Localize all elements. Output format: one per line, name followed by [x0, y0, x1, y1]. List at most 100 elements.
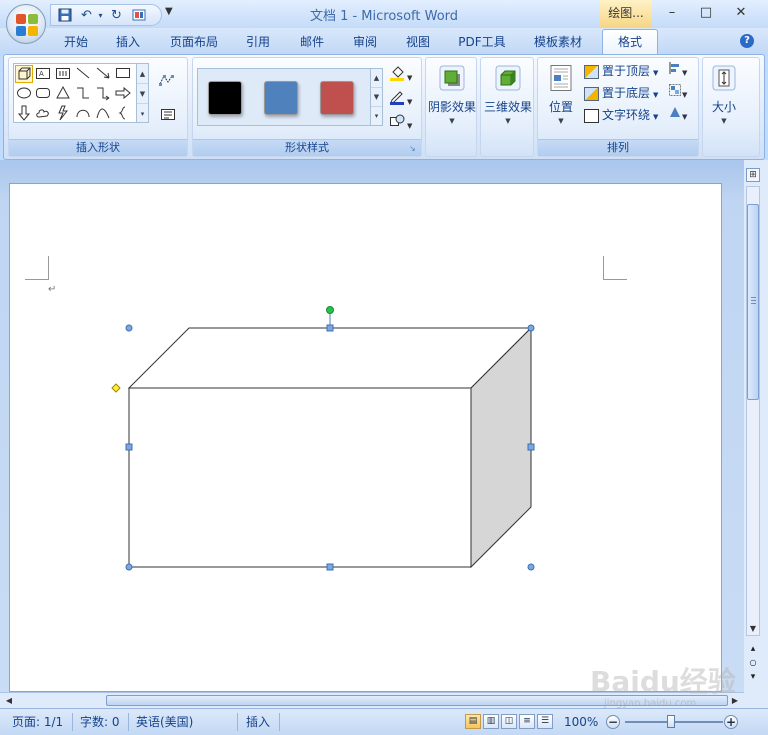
text-box-icon[interactable]: A — [34, 65, 52, 83]
tab-page-layout[interactable]: 页面布局 — [165, 32, 223, 54]
down-arrow-icon[interactable] — [15, 105, 33, 123]
page-count[interactable]: 页面: 1/1 — [12, 713, 63, 731]
tab-review[interactable]: 审阅 — [347, 32, 383, 54]
rounded-rectangle-icon[interactable] — [34, 85, 52, 103]
web-layout-icon[interactable]: ◫ — [501, 714, 517, 729]
shapes-gallery-scroll[interactable]: ▲ ▼ ▾ — [137, 63, 149, 123]
textbox-shape-icon[interactable] — [15, 65, 33, 83]
document-area: ↵ — [0, 160, 744, 692]
shape-style-red[interactable] — [320, 81, 354, 115]
rotation-handle — [326, 306, 334, 314]
group-arrange: 位置 ▼ 置于顶层 ▼ 置于底层 ▼ 文字环绕 ▼ ▼ ▼ ▼ 排列 — [537, 57, 699, 157]
align-button[interactable]: ▼ — [668, 61, 692, 81]
document-page[interactable]: ↵ — [9, 183, 722, 692]
3d-effects-button[interactable]: 三维效果 ▼ — [481, 62, 535, 140]
zoom-in-button[interactable]: + — [724, 715, 738, 729]
cloud-callout-icon[interactable] — [34, 105, 52, 123]
office-button[interactable] — [6, 4, 46, 44]
scroll-left-icon[interactable]: ◀ — [3, 694, 15, 707]
scroll-down-icon[interactable]: ▼ — [747, 623, 759, 635]
dialog-launcher-icon[interactable]: ↘ — [409, 144, 418, 153]
dropdown-arrow-icon: ▼ — [653, 91, 659, 99]
scroll-down-icon[interactable]: ▼ — [371, 88, 382, 107]
dropdown-arrow-icon: ▼ — [449, 117, 455, 125]
zoom-out-button[interactable]: − — [606, 715, 620, 729]
word-count[interactable]: 字数: 0 — [80, 713, 120, 731]
shape-styles-gallery[interactable] — [197, 68, 371, 126]
change-shape-button[interactable]: ▼ — [389, 113, 415, 133]
ruler-toggle-icon[interactable]: ⊞ — [746, 168, 760, 182]
gallery-more-icon[interactable]: ▾ — [371, 107, 382, 126]
send-to-back-button[interactable]: 置于底层 ▼ — [584, 83, 658, 103]
tab-mailings[interactable]: 邮件 — [294, 32, 330, 54]
vertical-scroll-track[interactable]: ▼ — [746, 186, 760, 636]
print-layout-view-icon[interactable]: ▤ — [465, 714, 481, 729]
tab-pdf-tools[interactable]: PDF工具 — [452, 32, 512, 54]
tab-insert[interactable]: 插入 — [110, 32, 146, 54]
rectangle-icon[interactable] — [114, 65, 132, 83]
shapes-gallery[interactable]: A — [13, 63, 137, 123]
shape-style-blue[interactable] — [264, 81, 298, 115]
arc-icon[interactable] — [74, 105, 92, 123]
close-button[interactable]: ✕ — [730, 4, 752, 22]
lightning-icon[interactable] — [54, 105, 72, 123]
tab-template-materials[interactable]: 模板素材 — [528, 32, 588, 54]
tab-format[interactable]: 格式 — [602, 29, 658, 55]
cube-shape[interactable] — [105, 302, 545, 574]
insert-mode-indicator[interactable]: 插入 — [246, 713, 270, 731]
group-objects-button[interactable]: ▼ — [668, 83, 692, 103]
vertical-text-box-icon[interactable] — [54, 65, 72, 83]
bring-to-front-button[interactable]: 置于顶层 ▼ — [584, 61, 658, 81]
previous-page-icon[interactable]: ▴ — [748, 644, 758, 654]
arrow-line-icon[interactable] — [94, 65, 112, 83]
zoom-slider-thumb[interactable] — [667, 715, 675, 728]
scroll-right-icon[interactable]: ▶ — [729, 694, 741, 707]
shadow-effects-button[interactable]: 阴影效果 ▼ — [426, 62, 478, 140]
next-page-icon[interactable]: ▾ — [748, 672, 758, 682]
text-wrapping-button[interactable]: 文字环绕 ▼ — [584, 105, 658, 125]
tab-references[interactable]: 引用 — [240, 32, 276, 54]
dropdown-arrow-icon: ▼ — [682, 69, 688, 77]
right-arrow-icon[interactable] — [114, 85, 132, 103]
size-button[interactable]: 大小 ▼ — [703, 62, 745, 140]
group-shadow-effects: 阴影效果 ▼ — [425, 57, 477, 157]
edit-shape-icon[interactable] — [157, 72, 175, 90]
group-label-insert-shapes: 插入形状 — [9, 139, 187, 156]
resize-handle-b — [326, 563, 334, 571]
browse-object-icon[interactable]: ○ — [748, 658, 758, 667]
shape-outline-button[interactable]: ▼ — [389, 89, 415, 109]
line-icon[interactable] — [74, 65, 92, 83]
draft-view-icon[interactable]: ☰ — [537, 714, 553, 729]
gallery-more-icon[interactable]: ▾ — [137, 104, 148, 124]
full-screen-reading-icon[interactable]: ▥ — [483, 714, 499, 729]
elbow-arrow-connector-icon[interactable] — [94, 85, 112, 103]
rotate-button[interactable]: ▼ — [668, 105, 692, 125]
size-label: 大小 — [711, 100, 736, 114]
horizontal-scrollbar[interactable]: ◀ ▶ — [0, 692, 744, 708]
triangle-icon[interactable] — [54, 85, 72, 103]
tab-view[interactable]: 视图 — [400, 32, 436, 54]
edit-text-icon[interactable] — [159, 106, 177, 124]
shape-styles-scroll[interactable]: ▲ ▼ ▾ — [371, 68, 383, 126]
zoom-level[interactable]: 100% — [564, 713, 598, 731]
vertical-scroll-thumb[interactable] — [747, 204, 759, 400]
tab-home[interactable]: 开始 — [58, 32, 94, 54]
vertical-scrollbar[interactable]: ⊞ ▼ ▴ ○ ▾ — [744, 160, 768, 692]
scroll-up-icon[interactable]: ▲ — [137, 64, 148, 84]
help-icon[interactable]: ? — [740, 34, 754, 48]
minimize-button[interactable]: – — [661, 4, 683, 22]
elbow-connector-icon[interactable] — [74, 85, 92, 103]
scroll-corner — [744, 692, 768, 708]
shape-fill-button[interactable]: ▼ — [389, 65, 415, 85]
oval-icon[interactable] — [15, 85, 33, 103]
position-button[interactable]: 位置 ▼ — [542, 62, 580, 140]
maximize-button[interactable]: □ — [695, 4, 717, 22]
outline-view-icon[interactable]: ≡ — [519, 714, 535, 729]
brace-icon[interactable] — [114, 105, 132, 123]
shape-style-black[interactable] — [208, 81, 242, 115]
language-indicator[interactable]: 英语(美国) — [136, 713, 193, 731]
scroll-up-icon[interactable]: ▲ — [371, 69, 382, 88]
curve-icon[interactable] — [94, 105, 112, 123]
horizontal-scroll-thumb[interactable] — [106, 695, 728, 706]
scroll-down-icon[interactable]: ▼ — [137, 84, 148, 104]
